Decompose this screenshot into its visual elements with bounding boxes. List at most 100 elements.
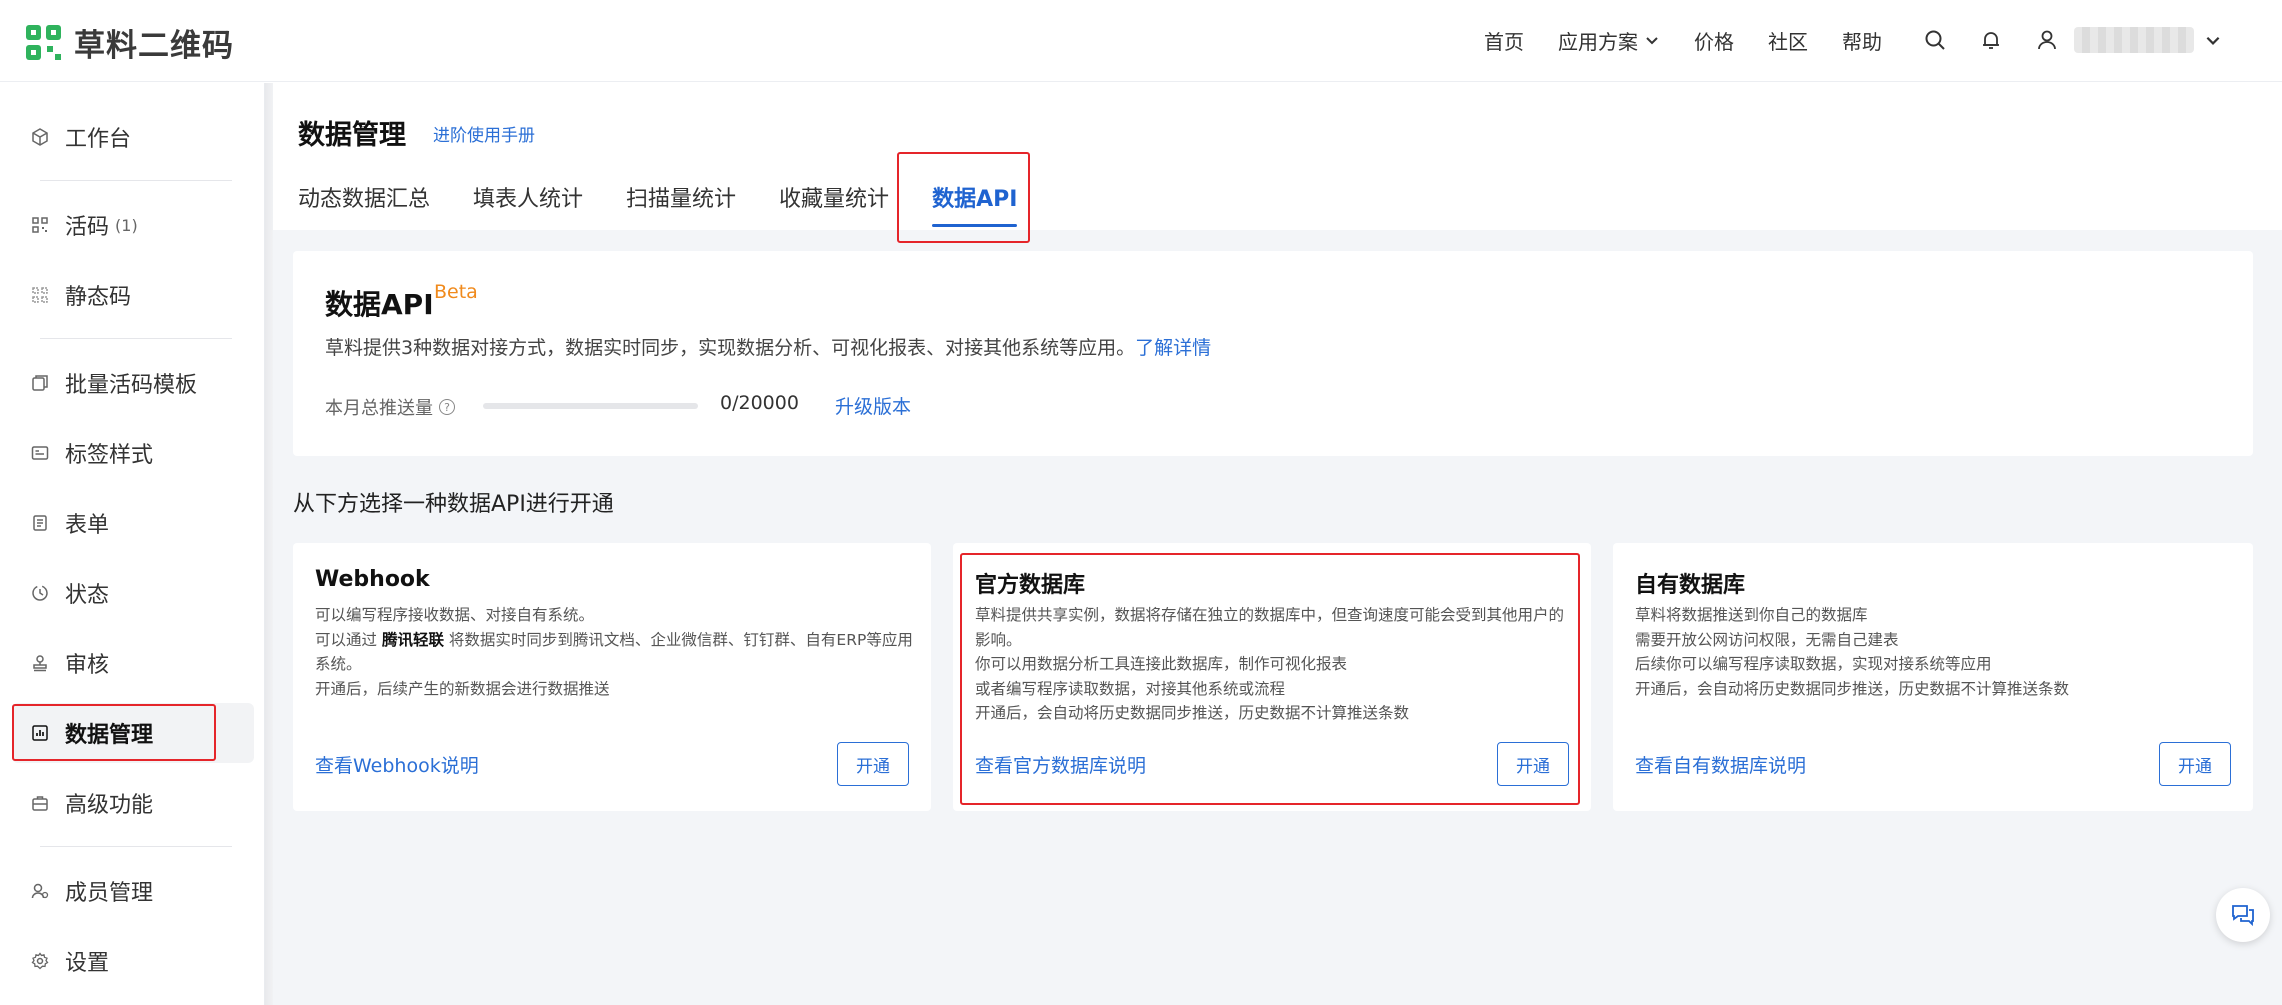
- stamp-icon: [29, 652, 51, 674]
- option-description: 可以编写程序接收数据、对接自有系统。 可以通过 腾讯轻联 将数据实时同步到腾讯文…: [315, 603, 915, 701]
- help-icon[interactable]: ?: [439, 399, 455, 415]
- data-api-card: 数据API Beta 草料提供3种数据对接方式，数据实时同步，实现数据分析、可视…: [293, 251, 2253, 456]
- sidebar-item-batch-template[interactable]: 批量活码模板: [12, 353, 254, 413]
- push-volume-label: 本月总推送量 ?: [325, 394, 455, 420]
- chat-support-button[interactable]: [2216, 888, 2270, 942]
- sidebar-item-label: 静态码: [65, 285, 132, 310]
- sidebar-item-label: 表单: [65, 513, 110, 538]
- user-icon[interactable]: [2034, 27, 2060, 53]
- sidebar-item-advanced[interactable]: 高级功能: [12, 773, 254, 833]
- sidebar-item-static-code[interactable]: 静态码: [12, 265, 254, 325]
- sidebar-item-label: 审核: [65, 653, 110, 678]
- sidebar-item-label-style[interactable]: 标签样式: [12, 423, 254, 483]
- label-icon: [29, 442, 51, 464]
- status-icon: [29, 582, 51, 604]
- page-title: 数据管理: [298, 120, 406, 151]
- chevron-down-icon[interactable]: [2204, 31, 2222, 49]
- official-db-doc-link[interactable]: 查看官方数据库说明: [975, 751, 1146, 778]
- option-line: 需要开放公网访问权限，无需自己建表: [1635, 630, 1899, 649]
- option-title: 自有数据库: [1635, 573, 1746, 598]
- bell-icon[interactable]: [1978, 27, 2004, 53]
- tab-data-api[interactable]: 数据API: [932, 181, 1018, 227]
- sidebar-scroll-track: [265, 83, 273, 1005]
- chevron-down-icon: [1646, 37, 1658, 45]
- form-icon: [29, 512, 51, 534]
- option-card-official-db: 官方数据库 草料提供共享实例，数据将存储在独立的数据库中，但查询速度可能会受到其…: [953, 543, 1591, 811]
- sidebar-item-label: 高级功能: [65, 793, 154, 818]
- tab-filler-stats[interactable]: 填表人统计: [473, 181, 583, 227]
- own-db-doc-link[interactable]: 查看自有数据库说明: [1635, 751, 1806, 778]
- upgrade-link[interactable]: 升级版本: [835, 392, 911, 419]
- username-blurred[interactable]: [2074, 27, 2194, 53]
- tab-favorite-stats[interactable]: 收藏量统计: [779, 181, 889, 227]
- tab-dynamic-summary[interactable]: 动态数据汇总: [298, 181, 430, 227]
- search-icon[interactable]: [1922, 27, 1948, 53]
- page-header: 数据管理 进阶使用手册 动态数据汇总 填表人统计 扫描量统计 收藏量统计 数据A…: [273, 83, 2282, 230]
- sidebar-item-settings[interactable]: 设置: [12, 931, 254, 991]
- sidebar-item-review[interactable]: 审核: [12, 633, 254, 693]
- api-description: 草料提供3种数据对接方式，数据实时同步，实现数据分析、可视化报表、对接其他系统等…: [325, 333, 1211, 360]
- open-official-db-button[interactable]: 开通: [1497, 742, 1569, 786]
- nav-home[interactable]: 首页: [1484, 26, 1524, 55]
- option-line: 可以编写程序接收数据、对接自有系统。: [315, 606, 595, 624]
- sidebar-item-label: 批量活码模板: [65, 373, 198, 398]
- copy-icon: [29, 372, 51, 394]
- main-content: 数据管理 进阶使用手册 动态数据汇总 填表人统计 扫描量统计 收藏量统计 数据A…: [273, 83, 2282, 1005]
- push-volume-text: 本月总推送量: [325, 398, 433, 419]
- tab-bar: 动态数据汇总 填表人统计 扫描量统计 收藏量统计 数据API: [298, 181, 1060, 227]
- option-text: 可以通过: [315, 630, 378, 649]
- cube-icon: [29, 126, 51, 148]
- sidebar-item-members[interactable]: 成员管理: [12, 861, 254, 921]
- sidebar-item-label: 设置: [65, 951, 110, 976]
- open-webhook-button[interactable]: 开通: [837, 742, 909, 786]
- nav-price[interactable]: 价格: [1694, 26, 1734, 55]
- choose-instruction: 从下方选择一种数据API进行开通: [293, 492, 614, 517]
- sidebar-item-label: 数据管理: [65, 723, 154, 748]
- sidebar-item-live-code[interactable]: 活码 (1): [12, 195, 254, 255]
- logo-icon: [26, 24, 62, 61]
- option-card-webhook: Webhook 可以编写程序接收数据、对接自有系统。 可以通过 腾讯轻联 将数据…: [293, 543, 931, 811]
- option-line: 开通后，会自动将历史数据同步推送，历史数据不计算推送条数: [1635, 679, 2070, 698]
- chart-icon: [29, 722, 51, 744]
- option-line: 开通后，后续产生的新数据会进行数据推送: [315, 679, 610, 698]
- qr-icon: [29, 214, 51, 236]
- option-line: 后续你可以编写程序读取数据，实现对接系统等应用: [1635, 655, 1992, 673]
- push-volume-value: 0/20000: [720, 392, 799, 414]
- nav-solutions[interactable]: 应用方案: [1558, 26, 1660, 55]
- option-description: 草料将数据推送到你自己的数据库 需要开放公网访问权限，无需自己建表 后续你可以编…: [1635, 603, 2235, 701]
- members-icon: [29, 880, 51, 902]
- beta-badge: Beta: [434, 281, 478, 303]
- option-line: 草料将数据推送到你自己的数据库: [1635, 606, 1868, 624]
- sidebar-item-label: 工作台: [65, 127, 132, 152]
- sidebar-item-label: 成员管理: [65, 881, 154, 906]
- sidebar-item-status[interactable]: 状态: [12, 563, 254, 623]
- qr-icon: [29, 284, 51, 306]
- open-own-db-button[interactable]: 开通: [2159, 742, 2231, 786]
- nav-solutions-label: 应用方案: [1558, 29, 1638, 54]
- brand-logo[interactable]: 草料二维码: [26, 20, 234, 65]
- manual-link[interactable]: 进阶使用手册: [433, 121, 535, 146]
- gear-icon: [29, 950, 51, 972]
- nav-help[interactable]: 帮助: [1842, 26, 1882, 55]
- sidebar-item-data-management[interactable]: 数据管理: [12, 703, 254, 763]
- sidebar-item-label: 标签样式: [65, 443, 154, 468]
- count-badge: (1): [115, 215, 138, 235]
- nav-community[interactable]: 社区: [1768, 26, 1808, 55]
- sidebar-item-label: 状态: [65, 583, 110, 608]
- option-title: 官方数据库: [975, 573, 1086, 598]
- sidebar-item-form[interactable]: 表单: [12, 493, 254, 553]
- sidebar-item-workbench[interactable]: 工作台: [12, 107, 254, 167]
- option-card-own-db: 自有数据库 草料将数据推送到你自己的数据库 需要开放公网访问权限，无需自己建表 …: [1613, 543, 2253, 811]
- top-header: 草料二维码 首页 应用方案 价格 社区 帮助: [0, 0, 2282, 82]
- option-line: 或者编写程序读取数据，对接其他系统或流程: [975, 679, 1286, 698]
- option-title: Webhook: [315, 567, 430, 592]
- option-line: 可以通过 腾讯轻联 将数据实时同步到腾讯文档、企业微信群、钉钉群、自有ERP等应…: [315, 628, 915, 677]
- tab-scan-stats[interactable]: 扫描量统计: [626, 181, 736, 227]
- tencent-qinglian-text: 腾讯轻联: [381, 630, 444, 649]
- option-line: 草料提供共享实例，数据将存储在独立的数据库中，但查询速度可能会受到其他用户的影响…: [975, 606, 1565, 649]
- webhook-doc-link[interactable]: 查看Webhook说明: [315, 751, 479, 778]
- briefcase-icon: [29, 792, 51, 814]
- brand-name: 草料二维码: [74, 28, 234, 64]
- option-description: 草料提供共享实例，数据将存储在独立的数据库中，但查询速度可能会受到其他用户的影响…: [975, 603, 1575, 726]
- learn-more-link[interactable]: 了解详情: [1135, 337, 1211, 359]
